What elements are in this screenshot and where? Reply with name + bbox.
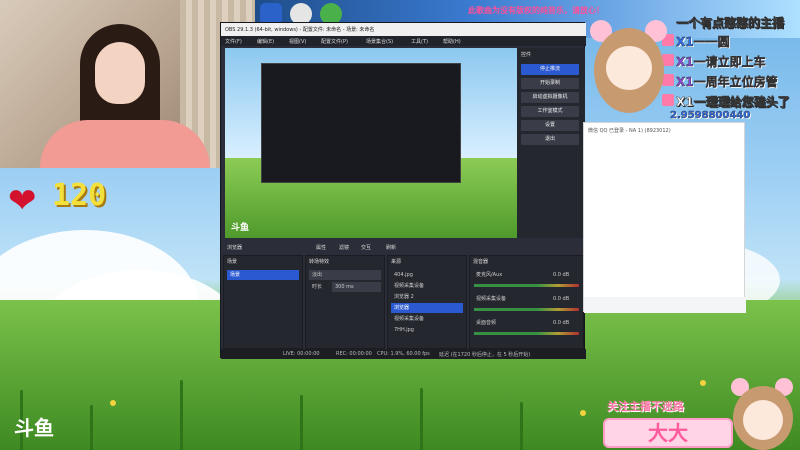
- delay-status: 延迟 (在1720 秒后停止，在 5 秒后开始): [439, 352, 531, 358]
- obs-menu-bar: 文件(F) 编辑(E) 视图(V) 配置文件(P) 场景集合(S) 工具(T) …: [221, 36, 586, 46]
- scenes-dock: 场景 场景: [223, 255, 303, 349]
- live-timer: LIVE: 00:00:00: [283, 351, 320, 357]
- volume-meter[interactable]: [474, 308, 579, 311]
- grass-blade: [300, 395, 303, 450]
- danmaku-item: X1一一圆: [676, 35, 730, 49]
- obs-title-bar: OBS 29.1.3 (64-bit, windows) - 配置文件: 未命名…: [221, 23, 586, 36]
- ag-face: [743, 400, 783, 440]
- volume-meter[interactable]: [474, 284, 579, 287]
- source-item[interactable]: 浏览器: [391, 303, 463, 313]
- studio-mode-button[interactable]: 工作室模式: [521, 106, 579, 117]
- source-item[interactable]: 404.jpg: [391, 270, 463, 280]
- transitions-title: 转场特效: [309, 259, 330, 265]
- face: [95, 42, 145, 104]
- scenes-title: 场景: [227, 259, 238, 265]
- controls-title: 控件: [521, 52, 532, 58]
- anime-girl-bottom: [725, 378, 800, 450]
- stop-stream-button[interactable]: 停止推流: [521, 64, 579, 75]
- grass-blade: [520, 402, 523, 450]
- preview-canvas[interactable]: 斗鱼: [225, 48, 517, 238]
- preview-logo: 斗鱼: [231, 223, 250, 233]
- rec-timer: REC: 00:00:00: [336, 351, 372, 357]
- mixer-channel-db: 0.0 dB: [553, 296, 570, 302]
- sources-dock: 来源 404.jpg 视频采集设备 浏览器 2 浏览器 视频采集设备 7HH.j…: [387, 255, 467, 349]
- mixer-channel-db: 0.0 dB: [553, 272, 570, 278]
- menu-edit[interactable]: 编辑(E): [257, 38, 274, 45]
- filters-button[interactable]: 滤镜: [339, 244, 349, 251]
- menu-file[interactable]: 文件(F): [225, 38, 242, 45]
- ag-face: [606, 46, 652, 90]
- browser-source-label: 浏览器: [227, 245, 243, 251]
- menu-tools[interactable]: 工具(T): [411, 38, 428, 45]
- mixer-dock: 混音器 麦克风/Aux 0.0 dB 视频采集设备 0.0 dB 桌面音频 0.…: [469, 255, 584, 349]
- flower: [110, 400, 116, 406]
- source-item[interactable]: 7HH.jpg: [391, 325, 463, 335]
- grass-blade: [420, 388, 423, 450]
- cpu-fps: CPU: 1.9%, 60.00 fps: [377, 351, 430, 357]
- interact-button[interactable]: 交互: [361, 244, 371, 251]
- preview-nested: [261, 63, 461, 183]
- start-record-button[interactable]: 开始录制: [521, 78, 579, 89]
- status-bar: LIVE: 00:00:00 REC: 00:00:00 CPU: 1.9%, …: [221, 349, 586, 359]
- menu-profile[interactable]: 配置文件(P): [321, 38, 348, 45]
- anime-girl-top: [590, 14, 670, 124]
- webcam-feed: [0, 0, 255, 168]
- settings-button[interactable]: 设置: [521, 120, 579, 131]
- grass-blade: [90, 405, 93, 450]
- chat-line: 微信 QQ 已登录 - NA 1) (8923012): [588, 128, 671, 134]
- chat-input-bar[interactable]: [584, 297, 746, 313]
- obs-window: OBS 29.1.3 (64-bit, windows) - 配置文件: 未命名…: [220, 22, 711, 359]
- shirt: [40, 120, 210, 168]
- refresh-button[interactable]: 刷新: [386, 244, 396, 251]
- streamer-person: [40, 24, 210, 168]
- danmaku-item: X1一周年立位房管: [676, 75, 778, 89]
- exit-button[interactable]: 退出: [521, 134, 579, 145]
- virtual-camera-button[interactable]: 启动虚拟摄像机: [521, 92, 579, 103]
- source-item[interactable]: 视频采集设备: [391, 314, 463, 324]
- transition-select[interactable]: 淡出: [309, 270, 381, 280]
- danmaku-item: 一个有点憨憨的主播: [676, 16, 785, 30]
- danmaku-item: 2.9598800440: [670, 110, 751, 121]
- transitions-dock: 转场特效 淡出 时长 300 ms: [305, 255, 385, 349]
- follow-text: 关注主播不迷路: [607, 400, 684, 413]
- flower: [700, 380, 706, 386]
- properties-button[interactable]: 属性: [316, 244, 326, 251]
- scene-item[interactable]: 场景: [227, 270, 299, 280]
- gift-count: 120: [52, 178, 107, 213]
- grass-blade: [180, 380, 183, 450]
- source-item[interactable]: 视频采集设备: [391, 281, 463, 291]
- controls-dock: 控件 停止推流 开始录制 启动虚拟摄像机 工作室模式 设置 退出: [517, 48, 585, 238]
- heart-icon: ❤: [8, 181, 37, 221]
- chat-window: 微信 QQ 已登录 - NA 1) (8923012): [583, 122, 746, 313]
- mixer-title: 混音器: [473, 259, 489, 265]
- menu-view[interactable]: 视图(V): [289, 38, 306, 45]
- menu-scene-collection[interactable]: 场景集合(S): [366, 38, 393, 45]
- source-item[interactable]: 浏览器 2: [391, 292, 463, 302]
- mixer-channel-db: 0.0 dB: [553, 320, 570, 326]
- menu-help[interactable]: 帮助(H): [443, 38, 461, 45]
- platform-logo: 斗鱼: [14, 416, 54, 440]
- top-marquee: 此歌曲为没有版权的纯音乐，请放心！: [468, 6, 604, 15]
- source-toolbar: 浏览器 属性 滤镜 交互 刷新: [221, 241, 586, 253]
- danmaku-item: X1一请立即上车: [676, 55, 766, 69]
- duration-input[interactable]: 300 ms: [332, 282, 381, 292]
- volume-meter[interactable]: [474, 332, 579, 335]
- flower: [580, 410, 586, 416]
- duration-label: 时长: [312, 284, 323, 290]
- sources-title: 来源: [391, 259, 402, 265]
- danmaku-item: X1一理理给您磕头了: [676, 95, 790, 109]
- streamer-name-box: 大大: [603, 418, 733, 448]
